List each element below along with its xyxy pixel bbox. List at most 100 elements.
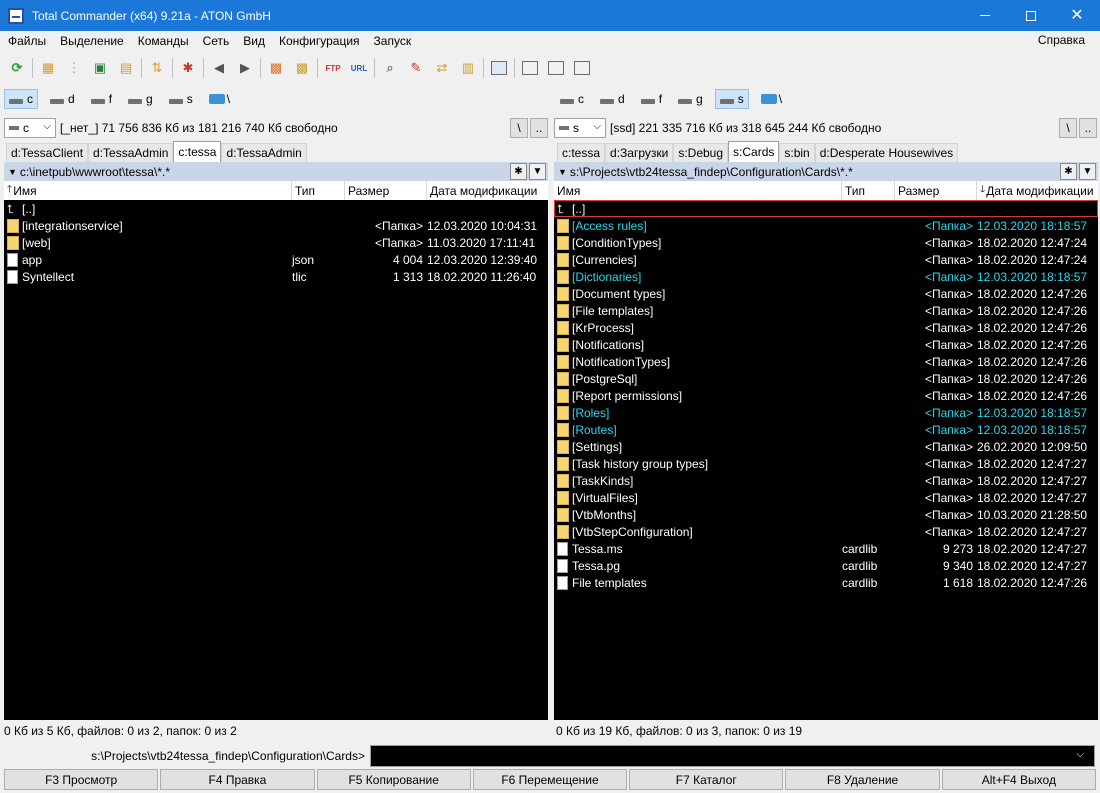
full-view-icon[interactable]: ⋮ [61,56,87,80]
left-drive-s[interactable]: s [165,89,197,109]
notepad-icon[interactable] [486,56,512,80]
right-drive-combo[interactable]: s ⌵ [554,118,606,138]
f6-move-button[interactable]: F6 Перемещение [472,769,628,790]
refresh-icon[interactable]: ⟳ [4,56,30,80]
command-line-input[interactable]: ⌵ [370,745,1095,767]
file-row[interactable]: [VtbStepConfiguration] <Папка> 18.02.2020 … [554,523,1098,540]
left-drive-d[interactable]: d [46,89,79,109]
file-row[interactable]: [VirtualFiles] <Папка> 18.02.2020 12:47:27 [554,489,1098,506]
right-drive-s[interactable]: s [714,89,749,109]
file-row[interactable]: ⮤ [..] [554,200,1098,217]
tab-right-1[interactable]: d:Загрузки [605,143,674,162]
ftp-icon[interactable]: FTP [320,56,346,80]
file-row[interactable]: ⮤ [..] [4,200,548,217]
user-button-3-icon[interactable] [569,56,595,80]
dropdown-triangle-icon[interactable]: ▼ [558,167,567,177]
dropdown-triangle-icon[interactable]: ▼ [8,167,17,177]
url-icon[interactable]: URL [346,56,372,80]
file-row[interactable]: [TaskKinds] <Папка> 18.02.2020 12:47:27 [554,472,1098,489]
left-root-button[interactable]: \ [510,118,528,138]
right-drive-f[interactable]: f [637,89,666,109]
right-file-panel[interactable]: ⮤ [..] [Access rules] <Папка> 12.03.2020 18:… [554,200,1098,720]
col-size[interactable]: Размер [895,181,977,200]
f4-edit-button[interactable]: F4 Правка [160,769,315,790]
tab-right-5[interactable]: d:Desperate Housewives [814,143,959,162]
menu-network[interactable]: Сеть [196,34,237,48]
chevron-down-icon[interactable]: ⌵ [1076,749,1084,760]
left-drive-f[interactable]: f [87,89,116,109]
left-up-button[interactable]: .. [530,118,548,138]
col-ext[interactable]: Тип [842,181,895,200]
file-row[interactable]: Syntellect tlic 1 313 18.02.2020 11:26:40 [4,268,548,285]
minimize-button[interactable] [962,0,1008,31]
tab-right-0[interactable]: c:tessa [557,143,606,162]
col-date[interactable]: Дата модификации [427,181,548,200]
right-drive-c[interactable]: c [556,89,588,109]
f8-delete-button[interactable]: F8 Удаление [785,769,940,790]
thumbnails-icon[interactable]: ▣ [87,56,113,80]
menu-commands[interactable]: Команды [131,34,196,48]
col-name[interactable]: Имя [554,181,842,200]
file-row[interactable]: [ConditionTypes] <Папка> 18.02.2020 12:47:… [554,234,1098,251]
file-row[interactable]: File templates cardlib 1 618 18.02.2020 12:… [554,574,1098,591]
right-root-button[interactable]: \ [1059,118,1077,138]
menu-start[interactable]: Запуск [367,34,419,48]
forward-icon[interactable]: ▶ [232,56,258,80]
right-drive-g[interactable]: g [674,89,707,109]
tab-left-0[interactable]: d:TessaClient [6,143,89,162]
user-button-2-icon[interactable] [543,56,569,80]
file-row[interactable]: [Roles] <Папка> 12.03.2020 18:18:57 [554,404,1098,421]
file-row[interactable]: [Routes] <Папка> 12.03.2020 18:18:57 [554,421,1098,438]
menu-configuration[interactable]: Конфигурация [272,34,367,48]
exit-button[interactable]: Alt+F4 Выход [941,769,1096,790]
unpack-icon[interactable]: ▩ [289,56,315,80]
file-row[interactable]: [PostgreSql] <Папка> 18.02.2020 12:47:26 [554,370,1098,387]
file-row[interactable]: app json 4 004 12.03.2020 12:39:40 [4,251,548,268]
tab-right-4[interactable]: s:bin [779,143,815,162]
right-drive-network[interactable]: \ [757,89,786,109]
right-drive-d[interactable]: d [596,89,629,109]
brief-view-icon[interactable]: ▦ [35,56,61,80]
tab-left-2[interactable]: c:tessa [173,141,222,162]
col-date[interactable]: 🡓 Дата модификации [977,181,1098,200]
right-hotlist-icon[interactable]: ▼ [1079,163,1096,180]
tab-left-1[interactable]: d:TessaAdmin [88,143,174,162]
left-hotlist-icon[interactable]: ▼ [529,163,546,180]
left-drive-g[interactable]: g [124,89,157,109]
f5-copy-button[interactable]: F5 Копирование [316,769,471,790]
sync-dirs-icon[interactable]: ⇄ [429,56,455,80]
file-row[interactable]: [Dictionaries] <Папка> 12.03.2020 18:18:57 [554,268,1098,285]
file-row[interactable]: [Notifications] <Папка> 18.02.2020 12:47:2… [554,336,1098,353]
col-name[interactable]: 🡑 Имя [4,181,292,200]
file-row[interactable]: [Access rules] <Папка> 12.03.2020 18:18:57 [554,217,1098,234]
right-history-icon[interactable]: ✱ [1060,163,1077,180]
multi-rename-icon[interactable]: ✎ [403,56,429,80]
left-drive-network[interactable]: \ [205,89,234,109]
left-path-bar[interactable]: ▼ c:\inetpub\wwwroot\tessa\*.* ✱ ▼ [4,162,548,181]
file-row[interactable]: [web] <Папка> 11.03.2020 17:11:41 [4,234,548,251]
tab-left-3[interactable]: d:TessaAdmin [221,143,307,162]
col-size[interactable]: Размер [345,181,427,200]
right-path-bar[interactable]: ▼ s:\Projects\vtb24tessa_findep\Configur… [554,162,1098,181]
file-row[interactable]: [File templates] <Папка> 18.02.2020 12:47:… [554,302,1098,319]
file-row[interactable]: Tessa.ms cardlib 9 273 18.02.2020 12:47:27 [554,540,1098,557]
file-row[interactable]: [NotificationTypes] <Папка> 18.02.2020 12:… [554,353,1098,370]
pack-icon[interactable]: ▩ [263,56,289,80]
menu-view[interactable]: Вид [236,34,272,48]
right-up-button[interactable]: .. [1079,118,1097,138]
left-file-panel[interactable]: ⮤ [..] [integrationservice] <Папка> 12.03.20… [4,200,548,720]
file-row[interactable]: [Document types] <Папка> 18.02.2020 12:47:… [554,285,1098,302]
tree-view-icon[interactable]: ▤ [113,56,139,80]
file-row[interactable]: [integrationservice] <Папка> 12.03.2020 10… [4,217,548,234]
file-row[interactable]: [Task history group types] <Папка> 18.02.2… [554,455,1098,472]
left-drive-c[interactable]: c [4,89,38,109]
file-row[interactable]: [Currencies] <Папка> 18.02.2020 12:47:24 [554,251,1098,268]
user-button-1-icon[interactable] [517,56,543,80]
file-row[interactable]: [Report permissions] <Папка> 18.02.2020 12… [554,387,1098,404]
tab-right-2[interactable]: s:Debug [673,143,729,162]
f7-mkdir-button[interactable]: F7 Каталог [629,769,784,790]
menu-help[interactable]: Справка [1031,33,1092,47]
f3-view-button[interactable]: F3 Просмотр [4,769,159,790]
col-ext[interactable]: Тип [292,181,345,200]
search-icon[interactable]: ⌕ [377,56,403,80]
